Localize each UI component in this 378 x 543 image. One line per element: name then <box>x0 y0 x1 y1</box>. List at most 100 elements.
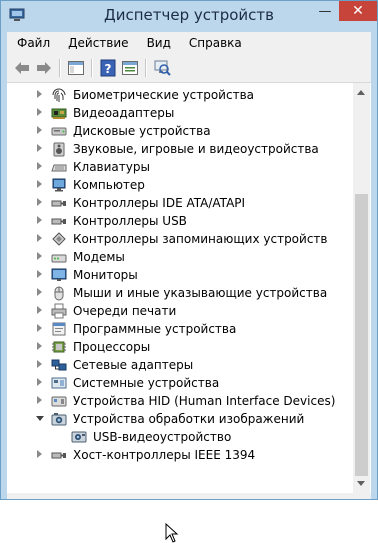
tree-item-label: USB-видеоустройство <box>93 430 232 444</box>
ide-controller-icon <box>51 200 66 207</box>
fingerprint-icon <box>52 88 66 102</box>
display-adapter-icon <box>51 108 67 119</box>
forward-arrow-icon[interactable] <box>35 59 53 77</box>
tree-category-item[interactable]: Модемы <box>7 248 353 266</box>
usb-controller-icon <box>51 218 66 225</box>
system-device-icon <box>51 377 67 389</box>
tree-category-item[interactable]: Видеоадаптеры <box>7 104 353 122</box>
tree-category-item[interactable]: Мониторы <box>7 266 353 284</box>
menu-view[interactable]: Вид <box>137 36 179 50</box>
tree-category-item[interactable]: Устройства обработки изображений <box>7 410 353 428</box>
expander-closed-icon[interactable] <box>37 360 42 368</box>
expander-closed-icon[interactable] <box>37 108 42 116</box>
toolbar-separator <box>145 59 147 77</box>
close-button[interactable]: ✕ <box>339 1 377 21</box>
expander-open-icon[interactable] <box>36 416 44 421</box>
vertical-scrollbar[interactable] <box>353 83 370 493</box>
expander-closed-icon[interactable] <box>37 180 42 188</box>
storage-controller-icon <box>52 232 66 246</box>
tree-item-label: Сетевые адаптеры <box>73 358 194 372</box>
tree-category-item[interactable]: Дисковые устройства <box>7 122 353 140</box>
expander-closed-icon[interactable] <box>37 450 42 458</box>
properties-icon[interactable] <box>121 59 139 77</box>
tree-item-label: Дисковые устройства <box>73 124 211 138</box>
computer-icon <box>52 178 66 192</box>
tree-item-label: Хост-контроллеры IEEE 1394 <box>73 448 256 462</box>
menu-bar: Файл Действие Вид Справка <box>7 32 371 54</box>
scroll-up-arrow-icon[interactable] <box>357 90 365 95</box>
toolbar-separator <box>91 59 93 77</box>
svg-text:?: ? <box>105 62 112 76</box>
device-tree[interactable]: Биометрические устройства Видеоадаптеры Ди… <box>7 83 371 543</box>
expander-closed-icon[interactable] <box>37 270 42 278</box>
expander-closed-icon[interactable] <box>37 324 42 332</box>
scrollbar-thumb[interactable] <box>355 194 368 476</box>
hid-icon <box>51 396 67 407</box>
camera-icon <box>51 413 67 426</box>
tree-category-item[interactable]: Очереди печати <box>7 302 353 320</box>
status-bar <box>7 493 371 499</box>
help-icon[interactable]: ? <box>99 59 117 77</box>
tree-category-item[interactable]: Программные устройства <box>7 320 353 338</box>
network-adapter-icon <box>51 359 67 371</box>
expander-closed-icon[interactable] <box>37 126 42 134</box>
tree-category-item[interactable]: Звуковые, игровые и видеоустройства <box>7 140 353 158</box>
tree-category-item[interactable]: Процессоры <box>7 338 353 356</box>
tree-category-item[interactable]: Клавиатуры <box>7 158 353 176</box>
scroll-down-arrow-icon[interactable] <box>357 481 365 486</box>
tree-item-label: Системные устройства <box>73 376 220 390</box>
toolbar: ? <box>7 54 371 83</box>
tree-item-label: Компьютер <box>73 178 145 192</box>
tree-item-label: Программные устройства <box>73 322 237 336</box>
expander-closed-icon[interactable] <box>37 162 42 170</box>
tree-item-label: Очереди печати <box>73 304 177 318</box>
expander-closed-icon[interactable] <box>37 306 42 314</box>
back-arrow-icon[interactable] <box>13 59 31 77</box>
tree-category-item[interactable]: Контроллеры USB <box>7 212 353 230</box>
tree-category-item[interactable]: Мыши и иные указывающие устройства <box>7 284 353 302</box>
device-manager-window: Диспетчер устройств — ✕ Файл Действие Ви… <box>0 0 378 543</box>
tree-item-label: Контроллеры USB <box>73 214 187 228</box>
mouse-cursor-icon <box>165 523 179 543</box>
minimize-button[interactable]: — <box>311 1 339 21</box>
tree-item-label: Мониторы <box>73 268 138 282</box>
tree-category-item[interactable]: Хост-контроллеры IEEE 1394 <box>7 446 353 464</box>
expander-closed-icon[interactable] <box>37 90 42 98</box>
processor-icon <box>52 341 66 353</box>
tree-item-label: Биометрические устройства <box>73 88 254 102</box>
scan-hardware-icon[interactable] <box>153 59 171 77</box>
tree-item-label: Звуковые, игровые и видеоустройства <box>73 142 319 156</box>
expander-closed-icon[interactable] <box>37 198 42 206</box>
monitor-icon <box>51 268 67 281</box>
tree-item-label: Устройства обработки изображений <box>73 412 305 426</box>
tree-category-item[interactable]: Системные устройства <box>7 374 353 392</box>
disk-drive-icon <box>51 127 67 136</box>
expander-closed-icon[interactable] <box>37 342 42 350</box>
tree-category-item[interactable]: Контроллеры IDE ATA/ATAPI <box>7 194 353 212</box>
expander-closed-icon[interactable] <box>37 288 42 296</box>
expander-closed-icon[interactable] <box>37 144 42 152</box>
expander-closed-icon[interactable] <box>37 396 42 404</box>
software-device-icon <box>52 322 66 336</box>
keyboard-icon <box>51 164 67 172</box>
tree-category-item[interactable]: Контроллеры запоминающих устройств <box>7 230 353 248</box>
show-hide-console-tree-icon[interactable] <box>67 59 85 77</box>
tree-category-item[interactable]: Сетевые адаптеры <box>7 356 353 374</box>
title-bar[interactable]: Диспетчер устройств — ✕ <box>1 1 377 32</box>
tree-item-label: Процессоры <box>73 340 151 354</box>
tree-child-item[interactable]: USB-видеоустройство <box>7 428 353 446</box>
expander-closed-icon[interactable] <box>37 378 42 386</box>
tree-item-label: Контроллеры запоминающих устройств <box>73 232 328 246</box>
tree-item-label: Контроллеры IDE ATA/ATAPI <box>73 196 246 210</box>
expander-closed-icon[interactable] <box>37 234 42 242</box>
menu-action[interactable]: Действие <box>58 36 136 50</box>
tree-item-label: Устройства HID (Human Interface Devices) <box>73 394 336 408</box>
tree-category-item[interactable]: Устройства HID (Human Interface Devices) <box>7 392 353 410</box>
expander-closed-icon[interactable] <box>37 252 42 260</box>
tree-category-item[interactable]: Компьютер <box>7 176 353 194</box>
expander-closed-icon[interactable] <box>37 216 42 224</box>
menu-file[interactable]: Файл <box>7 36 58 50</box>
tree-category-item[interactable]: Биометрические устройства <box>7 86 353 104</box>
menu-help[interactable]: Справка <box>179 36 250 50</box>
modem-icon <box>51 254 67 263</box>
